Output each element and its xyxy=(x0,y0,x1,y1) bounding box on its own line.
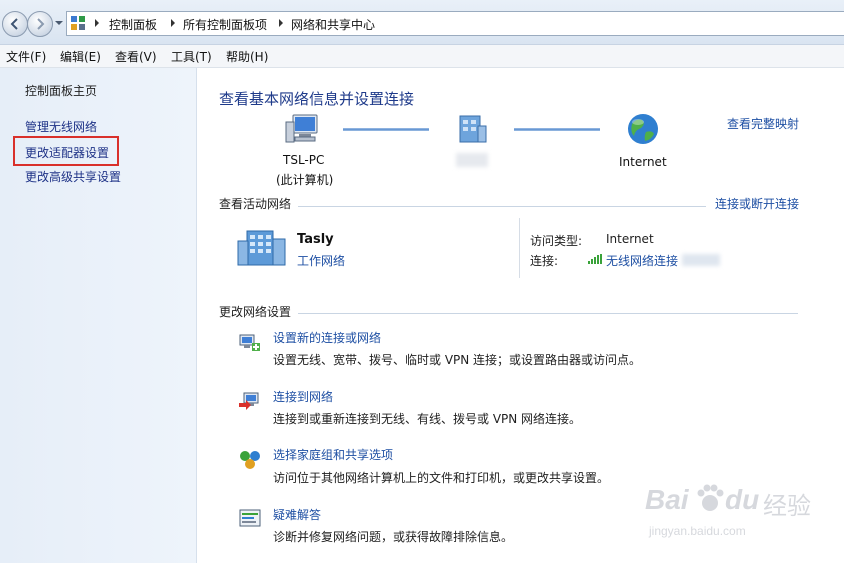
work-network-icon xyxy=(237,230,286,266)
change-settings-heading: 更改网络设置 xyxy=(219,305,292,319)
section-divider xyxy=(298,313,798,314)
breadcrumb-separator-icon xyxy=(171,19,175,27)
connection-line xyxy=(514,128,600,131)
sidebar-home-link[interactable]: 控制面板主页 xyxy=(25,82,97,99)
task-new-connection-link[interactable]: 设置新的连接或网络 xyxy=(273,329,381,346)
task-connect-network-link[interactable]: 连接到网络 xyxy=(273,388,333,405)
control-panel-icon xyxy=(71,16,85,30)
menu-help[interactable]: 帮助(H) xyxy=(226,48,268,65)
internet-label: Internet xyxy=(619,155,667,169)
paw-logo-icon xyxy=(697,484,724,511)
access-type-value: Internet xyxy=(606,232,654,246)
address-box[interactable]: 控制面板 所有控制面板项 网络和共享中心 xyxy=(66,11,844,36)
task-homegroup-desc: 访问位于其他网络计算机上的文件和打印机，或更改共享设置。 xyxy=(273,471,610,485)
watermark-brand: Bai xyxy=(645,484,689,515)
breadcrumb-all-items[interactable]: 所有控制面板项 xyxy=(183,16,267,33)
breadcrumb-separator-icon xyxy=(95,19,99,27)
access-type-label: 访问类型: xyxy=(530,234,583,248)
new-connection-icon xyxy=(239,334,260,351)
computer-sub-label: (此计算机) xyxy=(276,173,334,187)
active-network-heading: 查看活动网络 xyxy=(219,197,292,211)
breadcrumb-control-panel[interactable]: 控制面板 xyxy=(109,16,157,33)
task-troubleshoot-desc: 诊断并修复网络问题，或获得故障排除信息。 xyxy=(273,530,514,544)
watermark-url: jingyan.baidu.com xyxy=(649,524,746,538)
forward-button[interactable] xyxy=(27,11,53,37)
troubleshoot-icon xyxy=(239,509,261,527)
task-homegroup-link[interactable]: 选择家庭组和共享选项 xyxy=(273,446,393,463)
arrow-right-icon xyxy=(37,18,45,30)
task-troubleshoot-link[interactable]: 疑难解答 xyxy=(273,506,321,523)
connect-network-icon xyxy=(239,392,259,410)
wifi-signal-icon xyxy=(588,254,602,264)
computer-icon[interactable] xyxy=(284,112,320,148)
baidu-watermark: Bai du 经验 jingyan.baidu.com xyxy=(645,478,835,548)
view-full-map-link[interactable]: 查看完整映射 xyxy=(727,115,799,132)
network-name: Tasly xyxy=(297,232,334,247)
recent-pages-dropdown-icon[interactable] xyxy=(55,19,63,27)
menu-tools[interactable]: 工具(T) xyxy=(171,48,212,65)
watermark-cn: 经验 xyxy=(763,492,811,520)
blurred-ssid xyxy=(682,254,720,266)
menu-edit[interactable]: 编辑(E) xyxy=(60,48,101,65)
menu-file[interactable]: 文件(F) xyxy=(6,48,46,65)
page-title: 查看基本网络信息并设置连接 xyxy=(219,90,415,108)
network-type-link[interactable]: 工作网络 xyxy=(297,252,345,269)
address-bar-strip: 控制面板 所有控制面板项 网络和共享中心 xyxy=(0,0,844,45)
back-button[interactable] xyxy=(2,11,28,37)
section-divider xyxy=(298,206,706,207)
task-new-connection-desc: 设置无线、宽带、拨号、临时或 VPN 连接；或设置路由器或访问点。 xyxy=(273,353,642,367)
arrow-left-icon xyxy=(10,18,18,30)
breadcrumb-network-center[interactable]: 网络和共享中心 xyxy=(291,16,375,33)
connect-disconnect-link[interactable]: 连接或断开连接 xyxy=(715,195,799,212)
wireless-connection-link[interactable]: 无线网络连接 xyxy=(606,252,678,269)
menu-bar: 文件(F) 编辑(E) 查看(V) 工具(T) 帮助(H) xyxy=(0,45,844,68)
sidebar-item-advanced-sharing[interactable]: 更改高级共享设置 xyxy=(25,168,121,185)
connection-line xyxy=(343,128,429,131)
network-icon[interactable] xyxy=(454,114,488,146)
watermark-brand2: du xyxy=(725,484,760,515)
highlight-annotation-box xyxy=(13,136,119,166)
homegroup-icon xyxy=(240,451,260,469)
sidebar-item-manage-wireless[interactable]: 管理无线网络 xyxy=(25,118,97,135)
menu-view[interactable]: 查看(V) xyxy=(115,48,157,65)
connection-label: 连接: xyxy=(530,254,559,268)
internet-globe-icon[interactable] xyxy=(626,112,660,146)
vertical-divider xyxy=(519,218,520,278)
task-connect-network-desc: 连接到或重新连接到无线、有线、拨号或 VPN 网络连接。 xyxy=(273,412,582,426)
blurred-network-name xyxy=(456,153,488,167)
breadcrumb-separator-icon xyxy=(279,19,283,27)
computer-name-label: TSL-PC xyxy=(283,153,325,167)
